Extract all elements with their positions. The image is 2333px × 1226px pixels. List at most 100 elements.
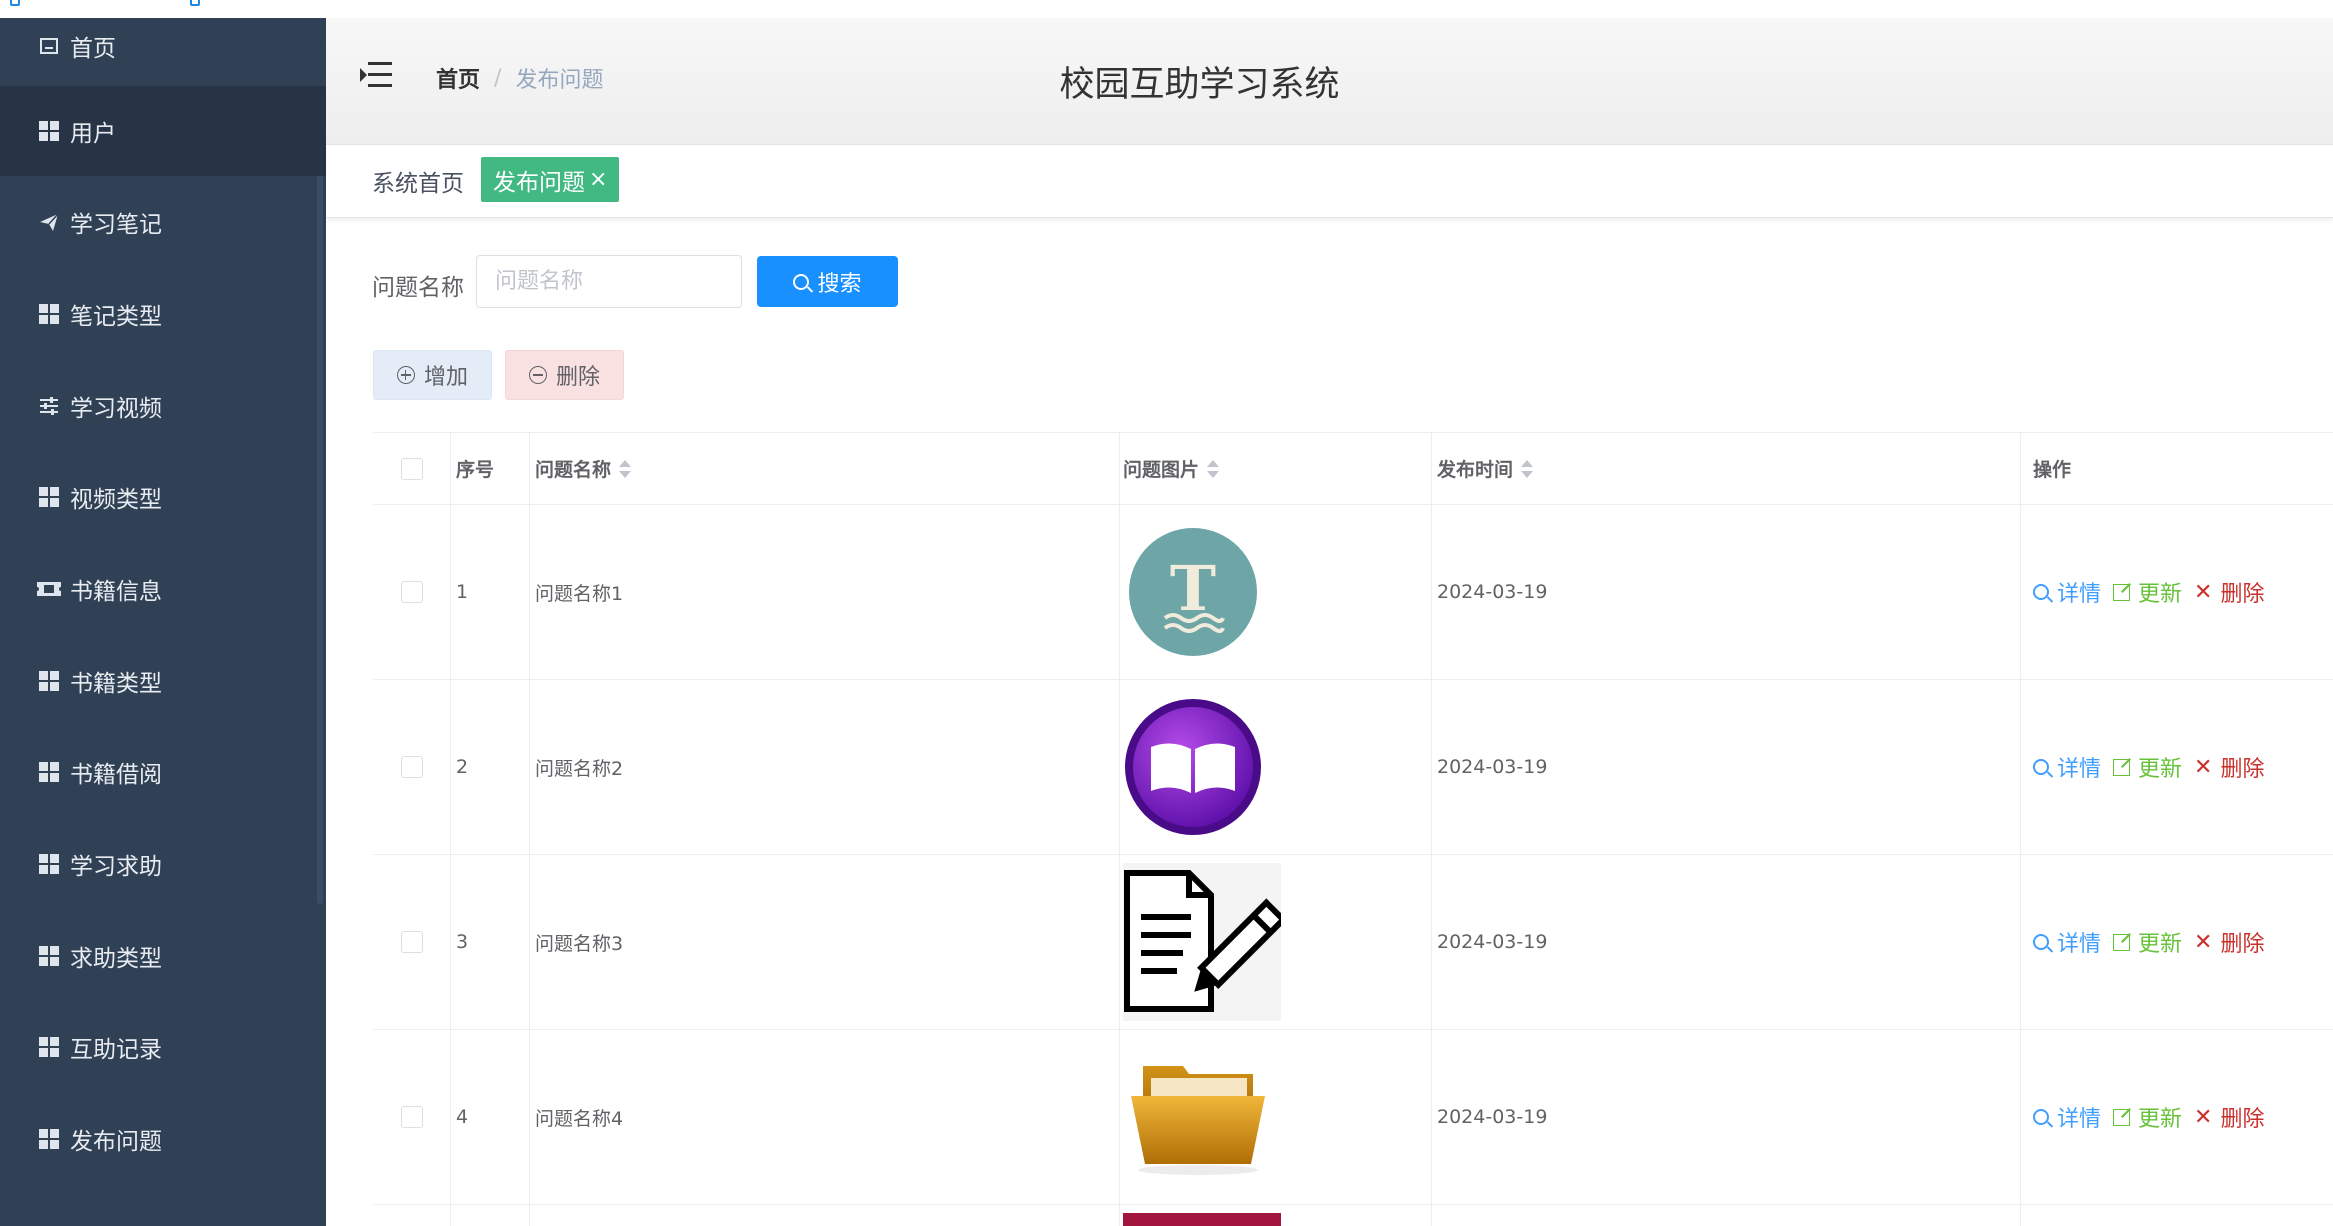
row-image-thumbnail[interactable] (1123, 1213, 1281, 1226)
open-book-icon[interactable] (1123, 697, 1263, 837)
delete-label: 删除 (2220, 932, 2265, 957)
update-button[interactable]: 更新 (2113, 751, 2182, 783)
row-checkbox[interactable] (400, 756, 423, 778)
search-button[interactable]: 搜索 (757, 256, 898, 307)
search-input[interactable] (476, 255, 742, 308)
header-ops: 操作 (2033, 459, 2072, 481)
sidebar-item-book-borrow[interactable]: 书籍借阅 (0, 727, 326, 817)
table-row: 2 问题名称2 2024-03-19 详情 更新 ✕ 删除 (373, 680, 2333, 855)
header-time-label: 发布时间 (1437, 459, 1514, 481)
search-icon (2033, 584, 2049, 600)
row-check-cell (373, 680, 451, 854)
row-name (530, 1205, 1120, 1226)
row-name: 问题名称1 (530, 505, 1120, 679)
sidebar-item-label: 互助记录 (70, 1037, 162, 1063)
row-image-cell (1120, 855, 1432, 1029)
table-row: 3 问题名称3 2024-03-19 详情 更新 ✕ 删除 (373, 855, 2333, 1030)
open-folder-icon[interactable] (1123, 1052, 1273, 1182)
edit-icon (2113, 933, 2131, 951)
batch-delete-button[interactable]: 删除 (505, 350, 624, 400)
update-label: 更新 (2138, 757, 2183, 782)
row-check-cell (373, 505, 451, 679)
sidebar-item-study-notes[interactable]: 学习笔记 (0, 177, 326, 267)
row-checkbox[interactable] (400, 931, 423, 953)
detail-button[interactable]: 详情 (2033, 751, 2101, 783)
sidebar-item-help-types[interactable]: 求助类型 (0, 911, 326, 1001)
select-all-checkbox[interactable] (400, 457, 423, 480)
home-icon (36, 33, 62, 59)
detail-button[interactable]: 详情 (2033, 1101, 2101, 1133)
tag-post-question[interactable]: 发布问题 × (481, 157, 620, 202)
sidebar: 首页 用户 学习笔记 笔记类型 学习视频 视频类型 书籍信息 书籍类型 书籍借阅… (0, 18, 326, 1226)
sidebar-item-book-types[interactable]: 书籍类型 (0, 636, 326, 726)
delete-button[interactable]: ✕ 删除 (2194, 926, 2264, 958)
tag-home[interactable]: 系统首页 (372, 164, 464, 198)
search-label: 问题名称 (372, 275, 464, 301)
close-icon[interactable]: × (589, 167, 607, 192)
row-image-cell: T (1120, 505, 1432, 679)
update-label: 更新 (2138, 1107, 2183, 1132)
table-row: 1 问题名称1 T 2024-03-19 详情 更新 ✕ 删除 (373, 505, 2333, 680)
header-image-label: 问题图片 (1123, 459, 1200, 481)
row-name: 问题名称4 (530, 1030, 1120, 1204)
delete-button[interactable]: ✕ 删除 (2194, 1101, 2264, 1133)
grid-icon (36, 301, 62, 327)
sidebar-item-study-help[interactable]: 学习求助 (0, 819, 326, 909)
row-time: 2024-03-19 (1432, 855, 2021, 1029)
browser-top-strip (0, 0, 2333, 18)
row-checkbox[interactable] (400, 581, 423, 603)
close-icon: ✕ (2194, 1104, 2213, 1130)
sidebar-item-label: 书籍类型 (70, 671, 162, 697)
delete-label: 删除 (2220, 757, 2265, 782)
sidebar-item-post-question[interactable]: 发布问题 (0, 1094, 326, 1184)
header-time[interactable]: 发布时间 (1432, 433, 2021, 504)
update-button[interactable]: 更新 (2113, 576, 2182, 608)
detail-button[interactable]: 详情 (2033, 926, 2101, 958)
sidebar-item-video-types[interactable]: 视频类型 (0, 452, 326, 542)
delete-button[interactable]: ✕ 删除 (2194, 576, 2264, 608)
sort-icon[interactable] (1207, 458, 1220, 480)
row-ops: 详情 更新 ✕ 删除 (2021, 505, 2333, 679)
row-check-cell (373, 1205, 451, 1226)
row-ops (2021, 1205, 2333, 1226)
row-time (1432, 1205, 2021, 1226)
add-button[interactable]: 增加 (373, 350, 492, 400)
top-header: 首页 / 发布问题 校园互助学习系统 (326, 18, 2333, 145)
update-button[interactable]: 更新 (2113, 926, 2182, 958)
letter-t-wave-icon[interactable]: T (1123, 522, 1263, 662)
sidebar-item-label: 视频类型 (70, 487, 162, 513)
row-checkbox[interactable] (400, 1106, 423, 1128)
row-index: 4 (451, 1030, 530, 1204)
detail-button[interactable]: 详情 (2033, 576, 2101, 608)
sidebar-item-help-records[interactable]: 互助记录 (0, 1002, 326, 1092)
delete-button[interactable]: ✕ 删除 (2194, 751, 2264, 783)
grid-icon (36, 851, 62, 877)
sort-icon[interactable] (1521, 458, 1534, 480)
batch-delete-label: 删除 (555, 365, 600, 390)
edit-icon (2113, 758, 2131, 776)
row-index: 2 (451, 680, 530, 854)
update-button[interactable]: 更新 (2113, 1101, 2182, 1133)
sidebar-item-book-info[interactable]: 书籍信息 (0, 544, 326, 634)
paper-plane-icon (36, 209, 62, 235)
grid-icon (36, 118, 62, 144)
sliders-icon (36, 393, 62, 419)
delete-label: 删除 (2220, 582, 2265, 607)
sort-icon[interactable] (619, 458, 632, 480)
header-image[interactable]: 问题图片 (1120, 433, 1432, 504)
update-label: 更新 (2138, 582, 2183, 607)
sidebar-item-label: 学习笔记 (70, 212, 162, 238)
sidebar-item-study-videos[interactable]: 学习视频 (0, 361, 326, 451)
grid-icon (36, 668, 62, 694)
table-header-row: 序号 问题名称 问题图片 发布时间 操作 (373, 433, 2333, 505)
sidebar-item-home[interactable]: 首页 (0, 18, 326, 86)
app-title: 校园互助学习系统 (1059, 65, 1340, 105)
detail-label: 详情 (2057, 757, 2102, 782)
sidebar-item-note-types[interactable]: 笔记类型 (0, 269, 326, 359)
header-name[interactable]: 问题名称 (530, 433, 1120, 504)
sidebar-item-users[interactable]: 用户 (0, 86, 326, 176)
detail-label: 详情 (2057, 932, 2102, 957)
minus-circle-icon (528, 366, 547, 384)
delete-label: 删除 (2220, 1107, 2265, 1132)
document-pencil-icon[interactable] (1123, 863, 1281, 1021)
